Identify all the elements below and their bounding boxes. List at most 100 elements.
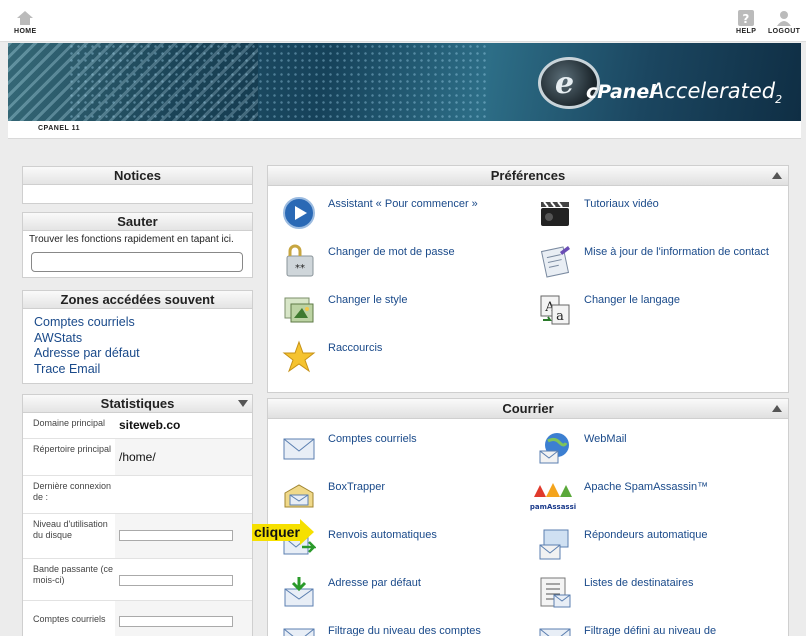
help-nav-button[interactable]: ? HELP [736, 10, 756, 35]
frequent-links-list: Comptes courriels AWStats Adresse par dé… [23, 309, 252, 377]
cpanel-banner: e cPanel Accelerated2 [8, 43, 801, 121]
frequent-link[interactable]: AWStats [23, 331, 252, 347]
mail-item[interactable]: BoxTrapper [282, 479, 522, 519]
mail-item[interactable]: Répondeurs automatique [538, 527, 778, 567]
banner-map-graphic [68, 43, 488, 121]
disk-usage-bar [119, 530, 233, 541]
mail-item-label: Filtrage du niveau des comptes [328, 625, 481, 636]
preferences-item[interactable]: Raccourcis [282, 340, 522, 380]
stat-label: Dernière connexion de : [33, 481, 112, 502]
mail-item[interactable]: WebMail [538, 431, 778, 471]
mail-item[interactable]: Filtrage du niveau des comptes [282, 623, 522, 636]
stat-label: Comptes courriels [33, 614, 106, 624]
mail-item[interactable]: Listes de destinataires [538, 575, 778, 615]
mail-item-label: WebMail [584, 433, 627, 445]
collapse-arrow-icon[interactable] [238, 400, 248, 407]
home-nav-button[interactable]: HOME [14, 10, 37, 35]
bandwidth-bar [119, 575, 233, 586]
top-nav-bar: HOME ? HELP LOGOUT [0, 0, 806, 42]
mail-item-label: Apache SpamAssassin™ [584, 481, 709, 493]
home-label: HOME [14, 28, 37, 35]
breadcrumb: CPANEL 11 [8, 121, 801, 139]
help-label: HELP [736, 28, 757, 35]
stat-label: Bande passante (ce mois-ci) [33, 564, 114, 585]
cliquer-label: cliquer [252, 524, 302, 541]
email-accounts-bar [119, 616, 233, 627]
default-address-icon [284, 577, 314, 607]
frequent-areas-box: Zones accédées souvent Comptes courriels… [22, 290, 253, 384]
help-icon: ? [738, 10, 755, 26]
frequent-areas-title: Zones accédées souvent [23, 291, 252, 309]
svg-text:**: ** [295, 263, 305, 274]
brand-name: cPanel [586, 81, 656, 103]
mailing-list-icon [540, 577, 571, 608]
language-icon: Aa [540, 295, 570, 325]
mail-item[interactable]: Adresse par défaut [282, 575, 522, 615]
svg-text:SpamAssassin: SpamAssassin [530, 503, 576, 511]
contact-form-icon [540, 246, 570, 278]
frequent-link[interactable]: Trace Email [23, 362, 252, 378]
logout-label: LOGOUT [768, 28, 801, 35]
stat-value: siteweb.co [115, 413, 252, 438]
stat-value: /home/ [115, 439, 252, 475]
jump-search-input[interactable] [31, 252, 243, 272]
stat-row: Bande passante (ce mois-ci) [23, 559, 252, 601]
cpanel-logo: e cPanel Accelerated2 [538, 53, 798, 113]
preferences-title: Préférences [268, 166, 788, 186]
notices-box: Notices [22, 166, 253, 204]
frequent-link[interactable]: Comptes courriels [23, 315, 252, 331]
envelope-icon [283, 438, 315, 460]
mail-item[interactable]: Filtrage défini au niveau de [538, 623, 778, 636]
mail-item[interactable]: Renvois automatiques [282, 527, 522, 567]
notices-title: Notices [23, 167, 252, 185]
user-logout-icon [777, 11, 792, 26]
preferences-item[interactable]: Aa Changer le langage [538, 292, 778, 332]
stat-value [115, 601, 252, 636]
password-lock-icon: ** [286, 244, 314, 277]
mail-item-label: Filtrage défini au niveau de [584, 625, 717, 636]
preferences-item-label: Changer le style [328, 294, 408, 306]
svg-text:a: a [556, 309, 564, 324]
preferences-panel: Préférences Assistant « Pour commencer »… [267, 165, 789, 393]
preferences-item[interactable]: Changer le style [282, 292, 522, 332]
spamassassin-icon: SpamAssassin [530, 483, 576, 511]
svg-text:?: ? [742, 12, 749, 26]
mail-title: Courrier [268, 399, 788, 419]
preferences-item[interactable]: Mise à jour de l'information de contact [538, 244, 778, 284]
stat-label: Domaine principal [33, 418, 106, 428]
mail-item-label: BoxTrapper [328, 481, 386, 493]
star-icon [282, 340, 316, 373]
stat-label: Répertoire principal [33, 444, 112, 454]
collapse-arrow-icon[interactable] [772, 405, 782, 412]
style-icon [284, 297, 314, 323]
mail-item-label: Adresse par défaut [328, 577, 421, 589]
mail-item[interactable]: SpamAssassin Apache SpamAssassin™ [530, 479, 770, 519]
mail-item-label: Répondeurs automatique [584, 529, 708, 541]
globe-mail-icon [539, 433, 569, 464]
stat-value [115, 476, 252, 513]
collapse-arrow-icon[interactable] [772, 172, 782, 179]
frequent-link[interactable]: Adresse par défaut [23, 346, 252, 362]
preferences-item[interactable]: Assistant « Pour commencer » [282, 196, 522, 236]
preferences-item-label: Mise à jour de l'information de contact [584, 246, 769, 258]
preferences-item-label: Raccourcis [328, 342, 383, 354]
preferences-item[interactable]: Tutoriaux vidéo [538, 196, 778, 236]
mail-item-label: Listes de destinataires [584, 577, 694, 589]
preferences-item-label: Changer de mot de passe [328, 246, 455, 258]
mail-item-label: Comptes courriels [328, 433, 417, 445]
jump-box: Sauter Trouver les fonctions rapidement … [22, 212, 253, 278]
arrow-right-icon [300, 519, 314, 545]
statistics-title: Statistiques [23, 395, 252, 413]
stat-row: Domaine principal siteweb.co [23, 413, 252, 439]
jump-title: Sauter [23, 213, 252, 231]
preferences-item[interactable]: ** Changer de mot de passe [282, 244, 522, 284]
breadcrumb-label: CPANEL 11 [38, 125, 80, 132]
account-filter-icon [283, 628, 315, 636]
logout-nav-button[interactable]: LOGOUT [768, 10, 800, 35]
autoresponder-icon [539, 529, 569, 560]
stat-row: Dernière connexion de : [23, 476, 252, 514]
statistics-box: Statistiques Domaine principal siteweb.c… [22, 394, 253, 636]
jump-hint: Trouver les fonctions rapidement en tapa… [29, 234, 234, 245]
stat-row: Comptes courriels [23, 601, 252, 636]
mail-item[interactable]: Comptes courriels [282, 431, 522, 471]
